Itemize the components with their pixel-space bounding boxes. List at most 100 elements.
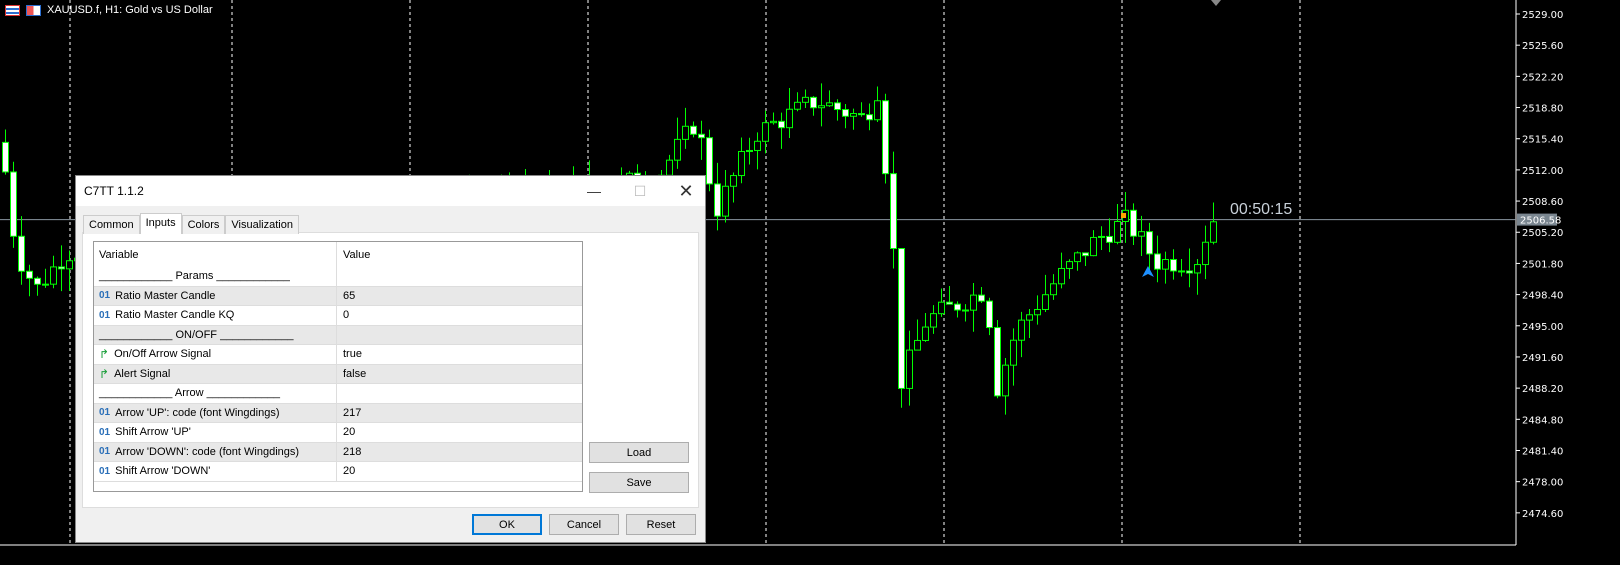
price-tick-label: 2478.00	[1522, 478, 1563, 489]
close-button[interactable]: ✕	[663, 176, 709, 206]
candle-body	[834, 102, 841, 111]
value-cell[interactable]: 217	[337, 407, 361, 419]
price-tick-label: 2515.40	[1522, 135, 1563, 146]
tab-inputs[interactable]: Inputs	[139, 213, 182, 234]
candle-body	[1210, 221, 1217, 243]
candle-body	[938, 301, 945, 315]
candle-body	[1042, 294, 1049, 310]
variable-name: Alert Signal	[114, 367, 171, 380]
integer-type-icon: 01	[99, 309, 111, 321]
price-tick-label: 2481.40	[1522, 446, 1563, 457]
up-arrow-signal-icon	[1142, 266, 1154, 277]
candle-body	[850, 113, 857, 117]
table-row[interactable]: 01 Shift Arrow 'UP' 20	[94, 423, 582, 443]
candle-body	[738, 151, 745, 177]
candle-body	[986, 300, 993, 329]
candle-body	[1090, 236, 1097, 257]
cancel-button[interactable]: Cancel	[549, 514, 619, 535]
variable-cell: 01 Arrow 'UP': code (font Wingdings)	[94, 403, 337, 422]
variable-cell: ↱ Alert Signal	[94, 364, 337, 383]
variable-cell: ↱ On/Off Arrow Signal	[94, 345, 337, 364]
variable-name: ____________ Params ____________	[99, 270, 290, 283]
price-tick-label: 2525.60	[1522, 41, 1563, 52]
candle-body	[930, 313, 937, 328]
table-row[interactable]: ____________ ON/OFF ____________	[94, 325, 582, 345]
table-row[interactable]: ↱ On/Off Arrow Signal true	[94, 345, 582, 365]
value-cell[interactable]: 20	[337, 426, 355, 438]
variable-name: Shift Arrow 'DOWN'	[115, 465, 211, 478]
price-tick-label: 2522.20	[1522, 72, 1563, 83]
table-row[interactable]: 01 Ratio Master Candle KQ 0	[94, 306, 582, 326]
candle-body	[1146, 231, 1153, 255]
bar-timer: 00:50:15	[1230, 201, 1293, 218]
template-icon[interactable]	[26, 4, 41, 16]
candle-body	[698, 133, 705, 139]
table-row[interactable]: ↱ Alert Signal false	[94, 364, 582, 384]
reset-button[interactable]: Reset	[626, 514, 696, 535]
variable-name: Arrow 'UP': code (font Wingdings)	[115, 406, 280, 419]
inputs-panel: Variable Value ____________ Params _____…	[82, 232, 699, 508]
value-cell[interactable]: true	[337, 348, 362, 360]
variable-cell: ____________ Arrow ____________	[94, 384, 337, 403]
load-button[interactable]: Load	[589, 442, 689, 463]
column-header-value[interactable]: Value	[337, 249, 370, 261]
maximize-button: ☐	[633, 182, 647, 199]
value-cell[interactable]: false	[337, 368, 366, 380]
price-tick-label: 2505.20	[1522, 228, 1563, 239]
candle-body	[1034, 308, 1041, 316]
candle-body	[10, 171, 17, 237]
candle-body	[1010, 339, 1017, 366]
value-cell[interactable]: 218	[337, 446, 361, 458]
table-row[interactable]: 01 Shift Arrow 'DOWN' 20	[94, 462, 582, 482]
candle-body	[874, 100, 881, 121]
dialog-title: C7TT 1.1.2	[84, 184, 144, 198]
table-row[interactable]: 01 Arrow 'UP': code (font Wingdings) 217	[94, 403, 582, 423]
candle-body	[1178, 270, 1185, 273]
candle-body	[882, 100, 889, 175]
candle-body	[18, 235, 25, 272]
candle-body	[1074, 252, 1081, 263]
value-cell[interactable]: 65	[337, 290, 355, 302]
table-row[interactable]: ____________ Params ____________	[94, 267, 582, 287]
candle-body	[1082, 252, 1089, 257]
ok-button[interactable]: OK	[472, 514, 542, 535]
integer-type-icon: 01	[99, 407, 111, 419]
table-row[interactable]: ____________ Arrow ____________	[94, 384, 582, 404]
chart-title-bar: XAUUSD.f, H1: Gold vs US Dollar	[5, 4, 213, 16]
price-tick-label: 2501.80	[1522, 259, 1563, 270]
column-header-variable[interactable]: Variable	[94, 242, 337, 267]
price-tick-label: 2508.60	[1522, 197, 1563, 208]
price-tick-label: 2488.20	[1522, 384, 1563, 395]
value-cell[interactable]: 20	[337, 465, 355, 477]
candle-body	[898, 248, 905, 389]
candle-body	[1066, 261, 1073, 269]
candle-body	[786, 108, 793, 129]
candle-body	[802, 96, 809, 103]
tab-visualization[interactable]: Visualization	[225, 215, 299, 234]
variable-cell: 01 Ratio Master Candle KQ	[94, 306, 337, 325]
table-row[interactable]: 01 Arrow 'DOWN': code (font Wingdings) 218	[94, 442, 582, 462]
chart-title: XAUUSD.f, H1: Gold vs US Dollar	[47, 4, 213, 16]
variable-cell: ____________ ON/OFF ____________	[94, 325, 337, 344]
save-button[interactable]: Save	[589, 472, 689, 493]
boolean-type-icon: ↱	[99, 347, 110, 362]
table-row[interactable]: 01 Ratio Master Candle 65	[94, 286, 582, 306]
candle-body	[26, 270, 33, 279]
candle-body	[842, 109, 849, 117]
candle-body	[858, 113, 865, 116]
tab-colors[interactable]: Colors	[181, 215, 226, 234]
candle-body	[890, 173, 897, 250]
candle-body	[818, 105, 825, 109]
minimize-button[interactable]: —	[571, 176, 617, 206]
chart-list-icon[interactable]	[5, 4, 20, 16]
variable-name: Ratio Master Candle	[115, 289, 216, 302]
candle-body	[954, 303, 961, 311]
price-tick-label: 2495.00	[1522, 322, 1563, 333]
candle-body	[1194, 264, 1201, 274]
price-tick-label: 2512.00	[1522, 166, 1563, 177]
candle-body	[994, 327, 1001, 397]
value-cell[interactable]: 0	[337, 309, 349, 321]
tab-common[interactable]: Common	[83, 215, 140, 234]
price-tick-label: 2491.60	[1522, 353, 1563, 364]
candle-body	[970, 294, 977, 311]
